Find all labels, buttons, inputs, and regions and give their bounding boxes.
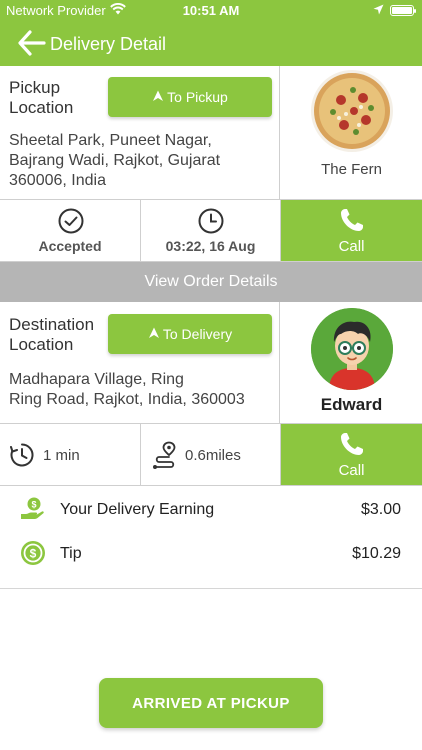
status-bar: Network Provider 10:51 AM [0, 0, 422, 22]
to-delivery-label: To Delivery [162, 326, 233, 342]
navigation-arrow-icon [148, 326, 160, 342]
destination-section: Destination Location To Delivery Madhapa… [0, 302, 422, 424]
destination-heading: Destination Location [9, 315, 95, 354]
call-restaurant-button[interactable]: Call [281, 200, 422, 261]
trip-info-row: 1 min 0.6miles Call [0, 424, 422, 486]
phone-icon [339, 431, 365, 462]
tip-row: $ Tip $10.29 [0, 532, 422, 576]
destination-address: Madhapara Village, Ring Ring Road, Rajko… [9, 371, 245, 408]
call-customer-button[interactable]: Call [281, 424, 422, 485]
to-pickup-button[interactable]: To Pickup [108, 77, 272, 117]
pickup-address: Sheetal Park, Puneet Nagar, Bajrang Wadi… [9, 132, 221, 189]
pickup-section: Pickup Location To Pickup Sheetal Park, … [0, 66, 422, 200]
pickup-heading: Pickup Location [9, 78, 74, 117]
battery-icon [390, 5, 416, 16]
trip-duration: 1 min [0, 424, 141, 485]
timer-icon [10, 443, 34, 472]
customer-name: Edward [320, 395, 383, 414]
restaurant-name: The Fern [321, 161, 382, 178]
to-pickup-label: To Pickup [167, 89, 228, 105]
money-hand-icon: $ [20, 496, 46, 522]
divider [0, 588, 422, 589]
view-order-details-button[interactable]: View Order Details [0, 262, 422, 302]
order-status-row: Accepted 03:22, 16 Aug Call [0, 200, 422, 262]
phone-icon [339, 207, 365, 238]
svg-text:$: $ [31, 500, 36, 510]
tip-label: Tip [60, 545, 82, 562]
delivery-earning-row: $ Your Delivery Earning $3.00 [0, 488, 422, 532]
to-delivery-button[interactable]: To Delivery [108, 314, 272, 354]
accepted-status: Accepted [0, 200, 141, 261]
svg-text:$: $ [30, 547, 37, 561]
tip-amount: $10.29 [352, 545, 401, 562]
trip-distance: 0.6miles [141, 424, 281, 485]
route-icon [152, 441, 178, 474]
delivery-earning-amount: $3.00 [360, 501, 401, 518]
dollar-coin-icon: $ [20, 540, 46, 566]
order-time: 03:22, 16 Aug [141, 200, 281, 261]
arrived-at-pickup-button[interactable]: ARRIVED AT PICKUP [99, 678, 323, 728]
clock-icon [198, 208, 224, 239]
clock: 10:51 AM [182, 3, 240, 18]
delivery-earning-label: Your Delivery Earning [60, 501, 215, 518]
page-title: Delivery Detail [50, 34, 167, 54]
location-arrow-icon [373, 3, 384, 18]
customer-avatar [311, 308, 393, 390]
app-header: Network Provider 10:51 AM Delivery Detai… [0, 0, 422, 66]
check-circle-icon [58, 208, 84, 239]
restaurant-pizza-image [311, 70, 393, 152]
back-arrow-icon[interactable] [18, 30, 46, 56]
navigation-arrow-icon [152, 89, 164, 105]
